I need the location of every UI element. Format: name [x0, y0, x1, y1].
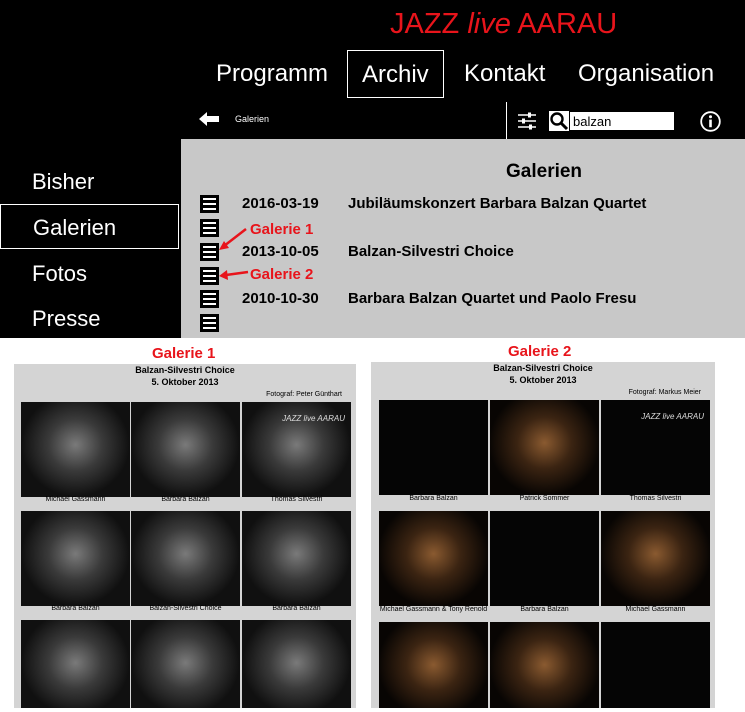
gallery-preview-1: Balzan-Silvestri Choice 5. Oktober 2013 …: [14, 364, 356, 708]
nav-programm[interactable]: Programm: [216, 50, 328, 98]
gallery-link[interactable]: Balzan-Silvestri Choice: [348, 243, 514, 260]
photo-caption: Barbara Balzan: [409, 495, 458, 502]
toolbar-divider: [506, 102, 507, 139]
site-title[interactable]: JAZZ live AARAU: [390, 8, 617, 41]
search-icon[interactable]: [549, 111, 569, 131]
nav-kontakt[interactable]: Kontakt: [464, 50, 545, 98]
gallery-photo[interactable]: [379, 400, 488, 495]
gallery-photo[interactable]: [131, 620, 240, 708]
menu-list-icon[interactable]: [200, 314, 219, 332]
gallery-link[interactable]: Barbara Balzan Quartet und Paolo Fresu: [348, 290, 636, 307]
sidebar-item-presse[interactable]: Presse: [0, 296, 179, 341]
site-title-jazz: JAZZ: [390, 8, 468, 40]
annotation-label-galerie-1: Galerie 1: [250, 221, 314, 238]
galleries-panel: Galerien 2016-03-19 Jubiläumskonzert Bar…: [181, 139, 745, 338]
gallery-date: 2010-10-30: [242, 290, 319, 307]
photo-caption: Barbara Balzan: [520, 606, 569, 613]
gallery-photo[interactable]: [21, 620, 130, 708]
gallery-photo[interactable]: [21, 511, 130, 606]
gallery-photo[interactable]: [601, 622, 710, 708]
menu-list-icon[interactable]: [200, 195, 219, 213]
gallery-date: 5. Oktober 2013: [509, 375, 577, 385]
site-title-live: live: [467, 8, 511, 40]
filter-sliders-icon[interactable]: [517, 112, 537, 130]
archive-sidebar: Bisher Galerien Fotos Presse: [0, 139, 181, 338]
gallery-photo[interactable]: [601, 511, 710, 606]
gallery-date: 5. Oktober 2013: [151, 377, 219, 387]
gallery-photo[interactable]: [490, 400, 599, 495]
gallery-title: Balzan-Silvestri Choice: [135, 365, 235, 375]
sidebar-item-bisher[interactable]: Bisher: [0, 159, 179, 204]
sidebar-item-fotos[interactable]: Fotos: [0, 251, 179, 296]
gallery-date: 2016-03-19: [242, 195, 319, 212]
preview-label-galerie-2: Galerie 2: [508, 343, 572, 360]
photographer-credit: Fotograf: Markus Meier: [628, 389, 701, 396]
back-arrow-icon[interactable]: [198, 111, 220, 127]
nav-organisation[interactable]: Organisation: [578, 50, 714, 98]
gallery-photo[interactable]: [379, 511, 488, 606]
photo-caption: Barbara Balzan: [51, 605, 100, 612]
gallery-photo[interactable]: [490, 622, 599, 708]
photo-caption: Michael Gassmann: [45, 496, 106, 503]
gallery-photo[interactable]: [131, 511, 240, 606]
photo-caption: Michael Gassmann & Tony Renold: [379, 606, 488, 613]
photo-caption: Barbara Balzan: [161, 496, 210, 503]
gallery-photo[interactable]: [131, 402, 240, 497]
gallery-link[interactable]: Jubiläumskonzert Barbara Balzan Quartet: [348, 195, 646, 212]
annotation-arrows-icon: [219, 228, 249, 280]
page-title: Galerien: [506, 161, 583, 182]
photo-watermark: JAZZ live AARAU: [641, 412, 704, 421]
breadcrumb: Galerien: [235, 114, 270, 124]
site-title-aarau: AARAU: [510, 8, 618, 40]
gallery-photo[interactable]: JAZZ live AARAU: [601, 400, 710, 495]
gallery-title: Balzan-Silvestri Choice: [493, 363, 593, 373]
photo-caption: Thomas Silvestri: [270, 496, 323, 503]
preview-label-galerie-1: Galerie 1: [152, 345, 216, 362]
gallery-photo[interactable]: JAZZ live AARAU: [242, 402, 351, 497]
menu-list-icon[interactable]: [200, 290, 219, 308]
photo-caption: Barbara Balzan: [272, 605, 321, 612]
gallery-photo[interactable]: [379, 622, 488, 708]
photo-caption: Michael Gassmann: [625, 606, 686, 613]
photo-caption: Balzan-Silvestri Choice: [149, 605, 222, 612]
sidebar-item-galerien[interactable]: Galerien: [0, 204, 179, 249]
page: JAZZ live AARAU Programm Archiv Kontakt …: [0, 0, 745, 712]
gallery-photo[interactable]: [242, 620, 351, 708]
nav-archiv[interactable]: Archiv: [347, 50, 444, 98]
gallery-photo[interactable]: [21, 402, 130, 497]
photo-caption: Patrick Sommer: [519, 495, 570, 502]
annotation-label-galerie-2: Galerie 2: [250, 266, 314, 283]
site-header: JAZZ live AARAU Programm Archiv Kontakt …: [0, 0, 745, 139]
search-input[interactable]: [570, 112, 674, 130]
photographer-credit: Fotograf: Peter Günthart: [266, 391, 342, 398]
info-icon[interactable]: [700, 111, 721, 132]
photo-caption: Thomas Silvestri: [629, 495, 682, 502]
gallery-photo[interactable]: [242, 511, 351, 606]
gallery-preview-2: Balzan-Silvestri Choice 5. Oktober 2013 …: [371, 362, 715, 708]
gallery-photo[interactable]: [490, 511, 599, 606]
photo-watermark: JAZZ live AARAU: [282, 414, 345, 423]
